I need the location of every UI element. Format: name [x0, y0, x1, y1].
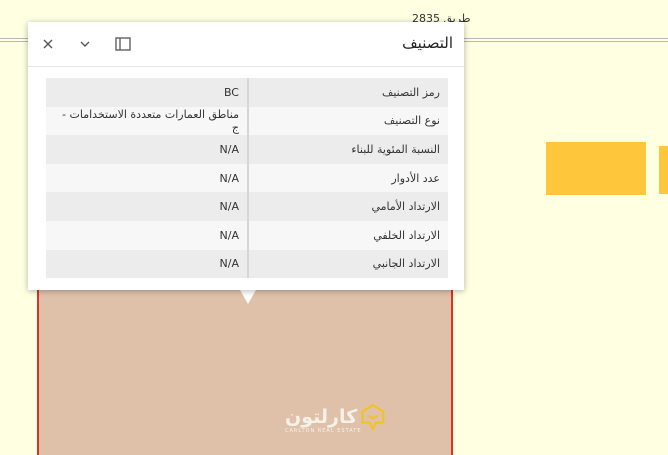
popup-header: التصنيف — [28, 22, 464, 67]
attribute-value: N/A — [219, 228, 239, 242]
attribute-key: رمز التصنيف — [247, 78, 448, 107]
attribute-key: نوع التصنيف — [247, 106, 448, 136]
attribute-key: النسبة المئوية للبناء — [247, 135, 448, 164]
watermark-subtext: CARLTON REAL ESTATE — [285, 428, 362, 434]
watermark-house-icon — [361, 403, 385, 432]
zoning-popup: التصنيف رمز التصنيف BC نوع التصنيف مناطق ال… — [28, 22, 464, 290]
attribute-row: رمز التصنيف BC — [46, 78, 448, 107]
popup-title: التصنيف — [402, 34, 453, 52]
attribute-key: الارتداد الأمامي — [247, 192, 448, 221]
attribute-value: مناطق العمارات متعددة الاستخدامات - ج — [62, 107, 239, 134]
attribute-row: الارتداد الجانبي N/A — [46, 249, 448, 279]
attribute-value: BC — [223, 85, 239, 99]
attribute-key: عدد الأدوار — [247, 163, 448, 193]
attribute-row: نوع التصنيف مناطق العمارات متعددة الاستخد… — [46, 106, 448, 136]
attribute-key: الارتداد الخلفي — [247, 220, 448, 250]
close-button[interactable] — [38, 34, 58, 54]
attribute-row: النسبة المئوية للبناء N/A — [46, 135, 448, 164]
collapse-button[interactable] — [75, 34, 95, 54]
close-icon — [43, 39, 53, 49]
watermark-logo: كارلتون CARLTON REAL ESTATE — [285, 398, 385, 436]
watermark-brand-text: كارلتون — [285, 406, 358, 428]
attribute-row: عدد الأدوار N/A — [46, 163, 448, 193]
dock-panel-icon — [115, 37, 131, 51]
building-block[interactable] — [546, 142, 646, 195]
attributes-table: رمز التصنيف BC نوع التصنيف مناطق العمارات م… — [46, 78, 448, 279]
attribute-value: N/A — [219, 200, 239, 214]
building-block[interactable] — [659, 146, 668, 194]
attribute-row: الارتداد الأمامي N/A — [46, 192, 448, 221]
popup-pointer — [240, 290, 256, 304]
selected-parcel[interactable] — [37, 285, 453, 455]
attribute-value: N/A — [219, 257, 239, 271]
chevron-down-icon — [80, 41, 90, 47]
attribute-row: الارتداد الخلفي N/A — [46, 220, 448, 250]
attribute-key: الارتداد الجانبي — [247, 249, 448, 279]
attribute-value: N/A — [219, 142, 239, 156]
attribute-value: N/A — [219, 171, 239, 185]
dock-button[interactable] — [113, 34, 133, 54]
